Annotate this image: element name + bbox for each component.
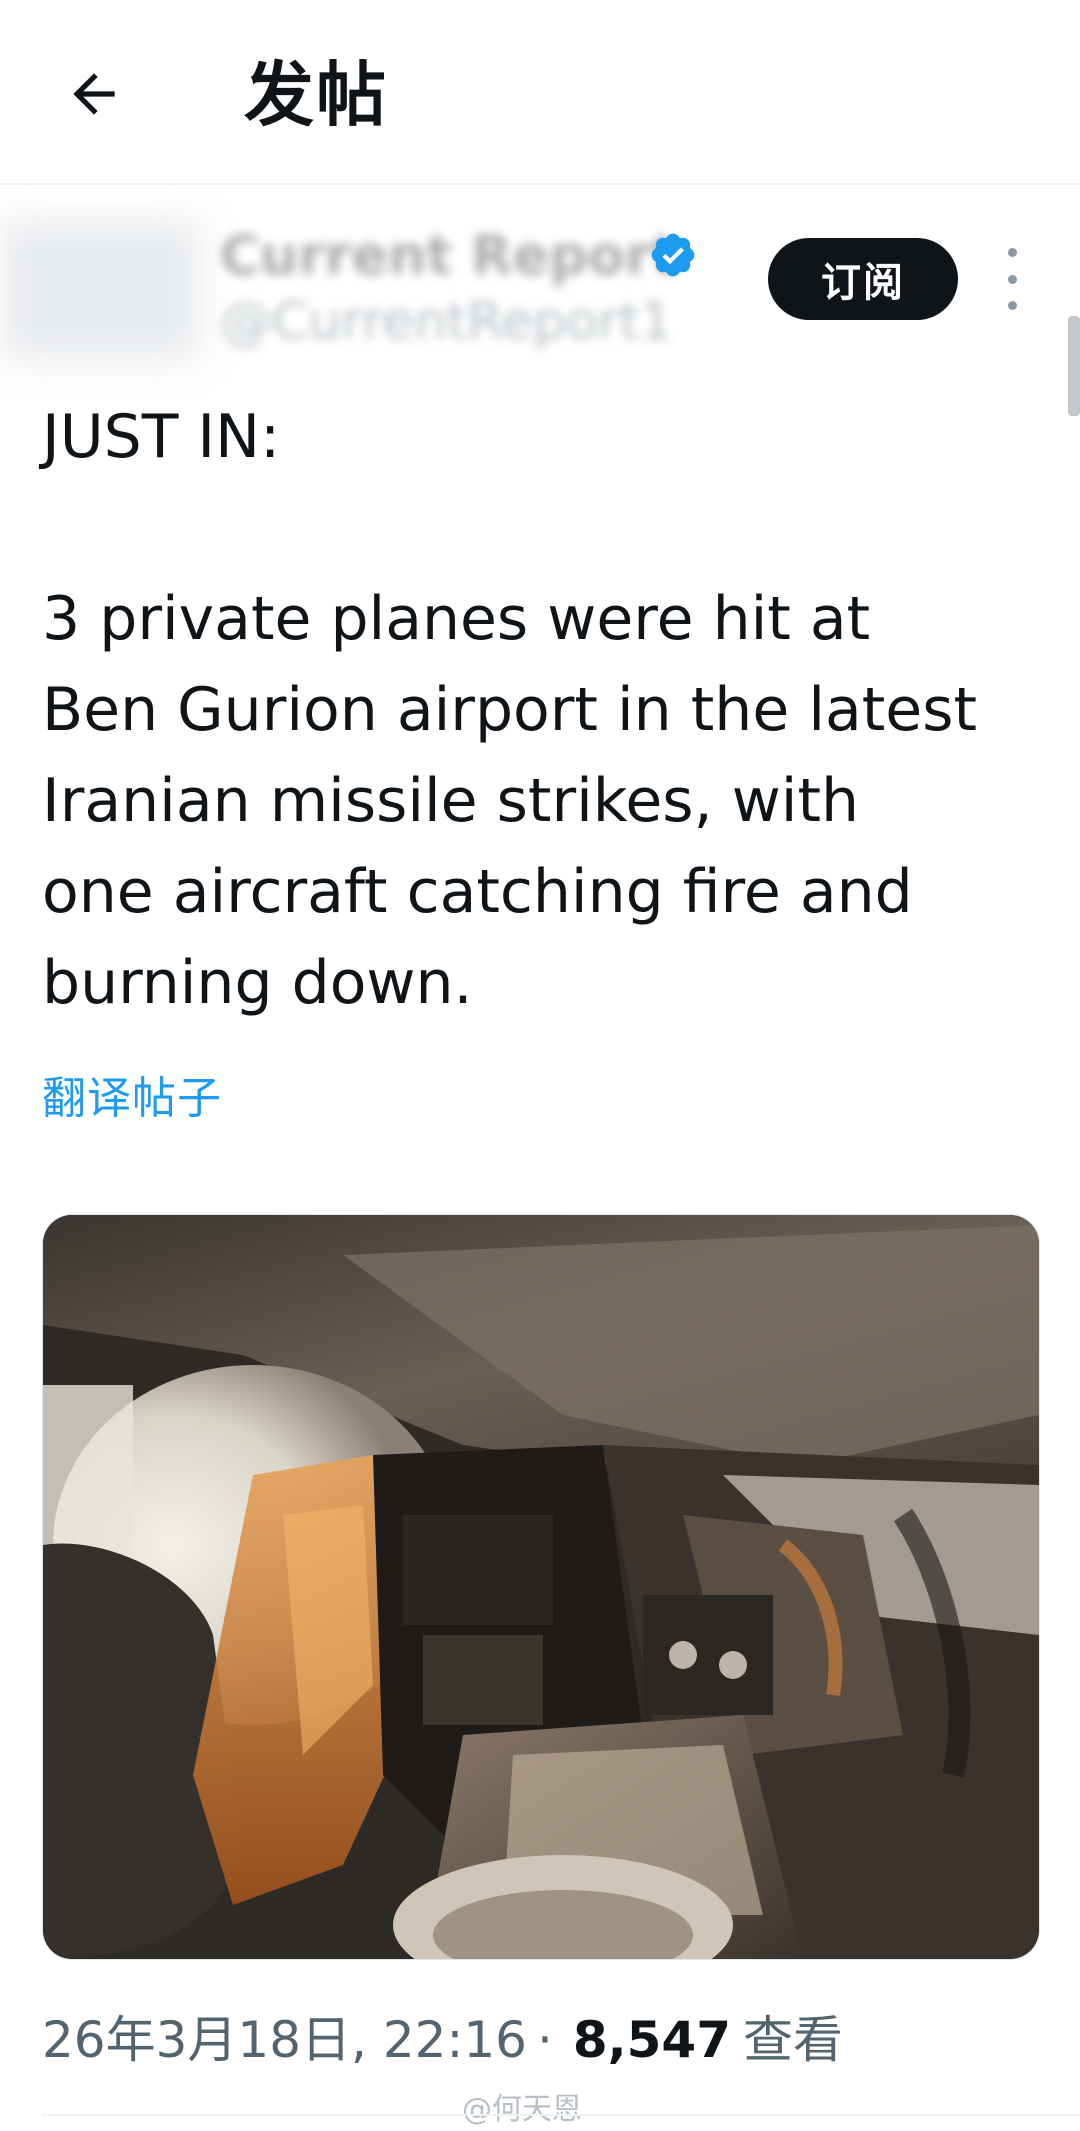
- more-vertical-icon-dot: [1007, 248, 1017, 257]
- verified-badge-icon: [651, 233, 695, 277]
- author-handle[interactable]: @CurrentReport1: [220, 292, 673, 352]
- more-vertical-icon-dot: [1007, 274, 1017, 284]
- meta-separator: ·: [536, 2011, 553, 2069]
- divider: [42, 2114, 1080, 2116]
- post-body-line: Ben Gurion airport in the latest: [42, 675, 977, 745]
- post-body-line: burning down.: [42, 948, 473, 1018]
- translate-post-link[interactable]: 翻译帖子: [42, 1062, 222, 1126]
- author-avatar[interactable]: [0, 220, 200, 360]
- post-body-line: 3 private planes were hit at: [42, 584, 871, 654]
- post-text: JUST IN: 3 private planes were hit at Be…: [42, 392, 1042, 1029]
- views-label: 查看: [743, 2011, 843, 2069]
- scrollbar-thumb[interactable]: [1068, 316, 1080, 416]
- page-title: 发帖: [244, 54, 388, 136]
- subscribe-button[interactable]: 订阅: [768, 238, 958, 320]
- more-options-button[interactable]: [994, 248, 1030, 310]
- top-app-bar: 发帖: [0, 0, 1080, 185]
- views-count: 8,547: [572, 2011, 731, 2069]
- post-body-line: one aircraft catching fire and: [42, 857, 913, 927]
- back-button[interactable]: [48, 48, 140, 140]
- more-vertical-icon-dot: [1007, 301, 1017, 310]
- post-lead: JUST IN:: [42, 402, 281, 472]
- post-meta: 26年3月18日, 22:16 · 8,547 查看: [42, 2000, 843, 2072]
- post-media-image[interactable]: [42, 1214, 1040, 1960]
- burned-cockpit-photo: [43, 1215, 1039, 1959]
- weibo-watermark: @何天恩: [462, 2092, 582, 2127]
- author-header[interactable]: Current Report @CurrentReport1: [0, 200, 720, 370]
- author-name[interactable]: Current Report: [220, 224, 677, 287]
- post-body-line: Iranian missile strikes, with: [42, 766, 860, 836]
- arrow-left-icon: [73, 73, 115, 115]
- post-timestamp[interactable]: 26年3月18日, 22:16: [42, 2000, 527, 2072]
